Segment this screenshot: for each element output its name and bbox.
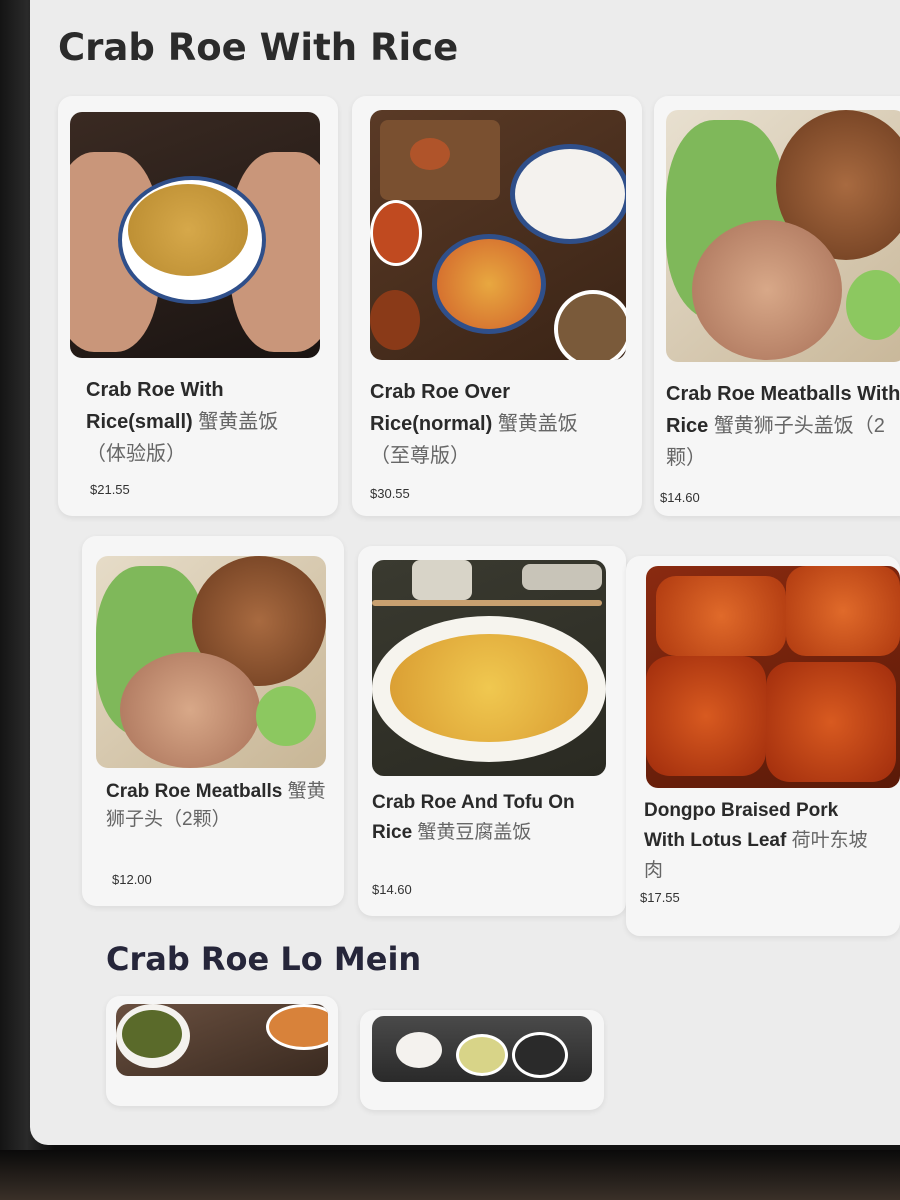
item-photo-crab-roe-set — [370, 110, 626, 360]
item-price: $14.60 — [372, 882, 412, 897]
section-title-crab-roe-lo-mein: Crab Roe Lo Mein — [106, 940, 422, 978]
item-price: $12.00 — [112, 872, 152, 887]
item-price: $14.60 — [660, 490, 700, 505]
item-name: Crab Roe And Tofu On Rice 蟹黄豆腐盖饭 — [372, 792, 575, 843]
menu-item-card[interactable] — [106, 996, 338, 1106]
item-price: $17.55 — [640, 890, 680, 905]
item-name: Crab Roe Over Rice(normal) 蟹黄盖饭（至尊版） — [370, 381, 578, 467]
item-name: Dongpo Braised Pork With Lotus Leaf 荷叶东坡… — [644, 800, 868, 881]
item-photo-meatballs — [96, 556, 326, 768]
item-photo-lo-mein-set — [372, 1016, 592, 1082]
menu-item-card[interactable] — [360, 1010, 604, 1110]
item-price: $21.55 — [90, 482, 130, 497]
menu-item-card[interactable]: Dongpo Braised Pork With Lotus Leaf 荷叶东坡… — [626, 556, 900, 936]
menu-item-card[interactable]: Crab Roe With Rice(small) 蟹黄盖饭（体验版） $21.… — [58, 96, 338, 516]
item-name: Crab Roe With Rice(small) 蟹黄盖饭（体验版） — [86, 379, 279, 465]
kiosk-screen: Crab Roe With Rice Crab Roe With Rice(sm… — [30, 0, 900, 1145]
menu-item-card[interactable]: Crab Roe Over Rice(normal) 蟹黄盖饭（至尊版） $30… — [352, 96, 642, 516]
menu-item-card[interactable]: Crab Roe Meatballs 蟹黄狮子头（2颗） $12.00 — [82, 536, 344, 906]
item-photo-meatballs-rice — [666, 110, 900, 362]
item-photo-lo-mein — [116, 1004, 328, 1076]
menu-item-card[interactable]: Crab Roe Meatballs With Rice 蟹黄狮子头盖饭（2颗）… — [654, 96, 900, 516]
menu-item-card[interactable]: Crab Roe And Tofu On Rice 蟹黄豆腐盖饭 $14.60 — [358, 546, 626, 916]
kiosk-stand — [0, 1150, 900, 1200]
item-photo-dongpo-pork — [646, 566, 900, 788]
item-name: Crab Roe Meatballs 蟹黄狮子头（2颗） — [106, 781, 326, 830]
item-photo-crab-roe-bowl — [70, 112, 320, 358]
item-price: $30.55 — [370, 486, 410, 501]
section-title-crab-roe-with-rice: Crab Roe With Rice — [58, 26, 459, 69]
item-photo-crab-roe-tofu — [372, 560, 606, 776]
item-name: Crab Roe Meatballs With Rice 蟹黄狮子头盖饭（2颗） — [666, 383, 900, 469]
